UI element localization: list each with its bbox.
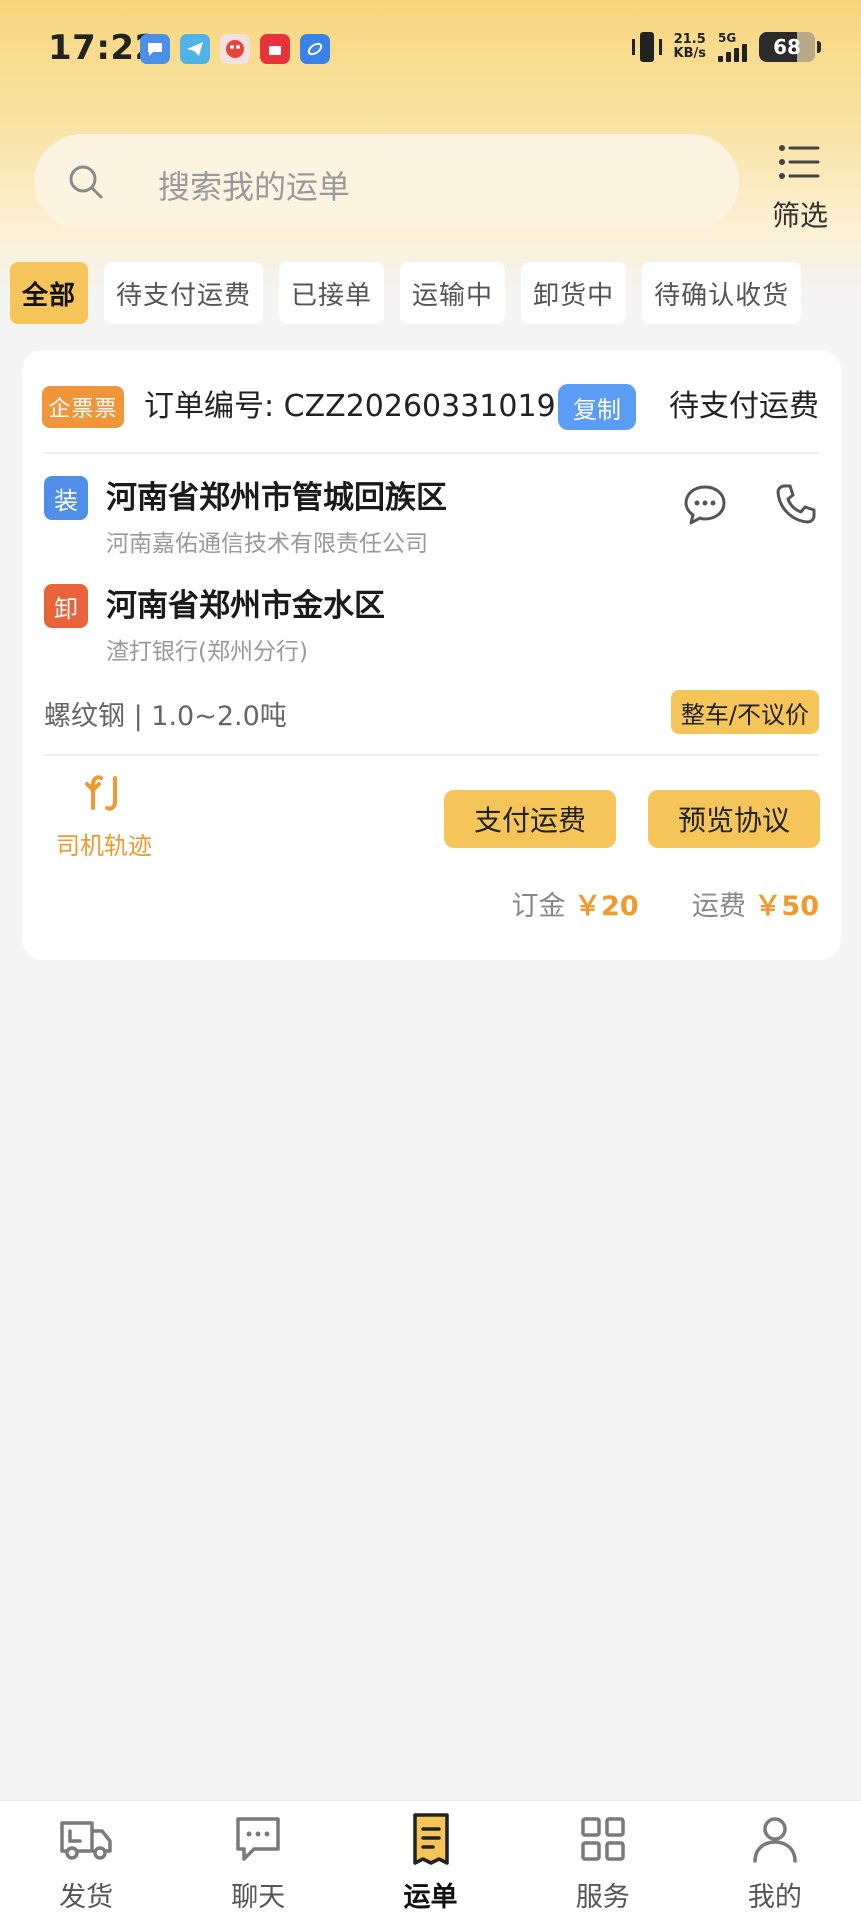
phone-icon[interactable] (774, 482, 818, 526)
chat-bubble-icon (236, 1817, 281, 1861)
nav-label: 服务 (575, 1882, 630, 1913)
load-address: 河南省郑州市管城回族区 (106, 480, 447, 516)
filter-button[interactable]: 筛选 (760, 140, 840, 236)
search-input[interactable]: 搜索我的运单 (34, 134, 739, 230)
driver-track-label: 司机轨迹 (56, 832, 152, 860)
signal-icon: 5G (718, 32, 747, 62)
telegram-icon (180, 34, 210, 64)
filter-list-icon (779, 145, 820, 179)
tab-pending-receipt[interactable]: 待确认收货 (642, 262, 802, 324)
tab-all[interactable]: 全部 (10, 262, 89, 324)
nav-label: 运单 (403, 1882, 458, 1913)
order-card[interactable]: 企票票 订单编号: CZZ20260331019 复制 待支付运费 装 河南省郑… (22, 350, 841, 960)
nav-service[interactable]: 服务 (517, 1801, 689, 1920)
pay-freight-button[interactable]: 支付运费 (444, 790, 616, 848)
nav-label: 发货 (59, 1882, 114, 1913)
search-placeholder: 搜索我的运单 (158, 168, 351, 206)
freight-amount: ￥50 (754, 891, 819, 922)
vibrate-icon (631, 30, 662, 64)
nav-waybill[interactable]: 运单 (344, 1801, 516, 1920)
tab-accepted[interactable]: 已接单 (279, 262, 385, 324)
preview-agreement-button[interactable]: 预览协议 (648, 790, 820, 848)
battery-level: 68 (773, 35, 801, 59)
tab-in-transit[interactable]: 运输中 (400, 262, 506, 324)
nav-label: 聊天 (231, 1882, 286, 1913)
notification-icons (140, 34, 330, 64)
order-number: 订单编号: CZZ20260331019 (144, 389, 556, 424)
network-type: 5G (718, 31, 737, 45)
nav-chat[interactable]: 聊天 (172, 1801, 344, 1920)
nav-ship[interactable]: 发货 (0, 1801, 172, 1920)
track-route-icon (63, 770, 117, 811)
unload-tag: 卸 (44, 584, 88, 628)
browser-app-icon (300, 34, 330, 64)
filter-label: 筛选 (771, 199, 828, 232)
invoice-badge: 企票票 (42, 386, 124, 428)
person-icon (753, 1817, 797, 1863)
load-tag: 装 (44, 476, 88, 520)
grid-icon (580, 1817, 625, 1861)
chat-icon[interactable] (682, 482, 728, 528)
truck-icon (60, 1821, 112, 1860)
load-company: 河南嘉佑通信技术有限责任公司 (106, 531, 428, 557)
deposit-label: 订金 (511, 891, 566, 922)
tab-unloading[interactable]: 卸货中 (521, 262, 627, 324)
game-app-icon (220, 34, 250, 64)
divider (44, 452, 819, 454)
freight-label: 运费 (691, 891, 746, 922)
cargo-info: 螺纹钢 | 1.0~2.0吨 (44, 701, 287, 732)
fee-summary: 订金 ￥20 运费 ￥50 (511, 884, 819, 923)
search-icon (69, 165, 103, 199)
copy-button[interactable]: 复制 (558, 384, 636, 430)
price-mode-badge: 整车/不议价 (670, 690, 819, 734)
deposit-amount: ￥20 (574, 891, 639, 922)
order-status: 待支付运费 (669, 389, 819, 424)
unload-address: 河南省郑州市金水区 (106, 588, 385, 624)
network-speed: 21.5 KB/s (674, 33, 706, 61)
tab-pending-payment[interactable]: 待支付运费 (104, 262, 264, 324)
status-tabs: 全部 待支付运费 已接单 运输中 卸货中 待确认收货 (10, 262, 802, 326)
nav-mine[interactable]: 我的 (689, 1801, 861, 1920)
status-indicators: 21.5 KB/s 5G 68 (631, 30, 821, 64)
status-bar: 17:22 21.5 KB/s 5G 68 (0, 0, 861, 100)
driver-track-button[interactable]: 司机轨迹 (44, 770, 164, 861)
network-speed-unit: KB/s (673, 46, 706, 61)
battery-icon: 68 (759, 32, 821, 62)
message-app-icon (140, 34, 170, 64)
bottom-navigation: 发货 聊天 运单 服务 我的 (0, 1800, 861, 1920)
waybill-icon (412, 1813, 449, 1865)
shopping-app-icon (260, 34, 290, 64)
divider (44, 754, 819, 756)
unload-company: 渣打银行(郑州分行) (106, 639, 308, 665)
nav-label: 我的 (747, 1882, 802, 1913)
network-speed-value: 21.5 (673, 32, 706, 47)
